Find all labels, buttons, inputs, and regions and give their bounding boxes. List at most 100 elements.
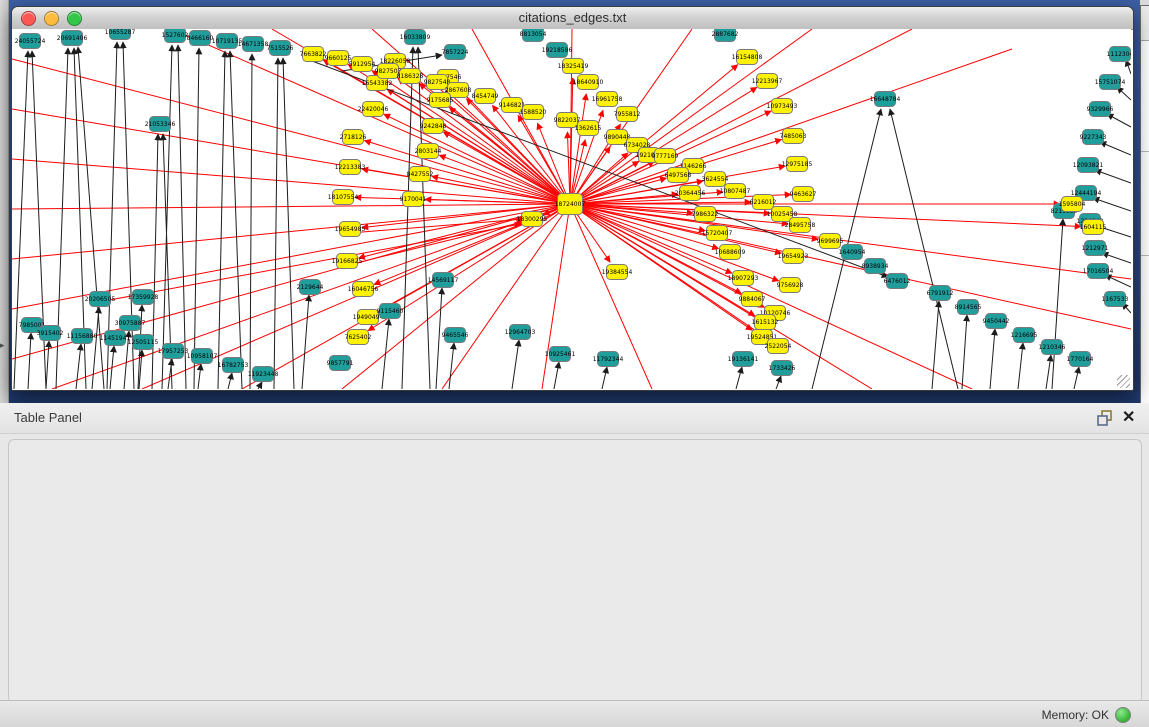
graph-edge[interactable] bbox=[198, 364, 201, 389]
graph-edge[interactable] bbox=[1018, 343, 1023, 389]
graph-node-label: 3624554 bbox=[702, 176, 729, 183]
graph-node-label: 1733426 bbox=[769, 365, 796, 372]
graph-node-label: 15720407 bbox=[702, 230, 733, 237]
graph-node-label: 10655287 bbox=[105, 29, 136, 36]
cytoscape-app: ▸ citations_edges.txt bbox=[0, 0, 1149, 727]
graph-node-label: 9884067 bbox=[739, 296, 766, 303]
graph-edge[interactable] bbox=[512, 340, 519, 389]
graph-node-label: 9699695 bbox=[817, 238, 844, 245]
graph-node-label: 8813054 bbox=[520, 31, 547, 38]
graph-node-label: 6476012 bbox=[884, 278, 911, 285]
graph-edge[interactable] bbox=[776, 376, 781, 389]
graph-edge[interactable] bbox=[570, 49, 1012, 204]
graph-node-label: 19490494 bbox=[353, 314, 384, 321]
graph-node-label: 8466160 bbox=[187, 35, 214, 42]
graph-edge[interactable] bbox=[570, 204, 972, 389]
graph-edge[interactable] bbox=[570, 204, 1131, 329]
graph-edge[interactable] bbox=[1074, 367, 1079, 389]
graph-edge[interactable] bbox=[962, 315, 967, 389]
graph-edge[interactable] bbox=[230, 51, 242, 389]
graph-edge[interactable] bbox=[570, 204, 1131, 279]
graph-node-label: 10958107 bbox=[187, 353, 218, 360]
graph-node-label: 7955812 bbox=[614, 111, 641, 118]
graph-edge[interactable] bbox=[283, 58, 294, 389]
graph-node-label: 8427552 bbox=[407, 171, 434, 178]
graph-node-label: 1527602 bbox=[162, 32, 189, 39]
graph-node-label: 18107554 bbox=[328, 194, 359, 201]
graph-node-label: 12975185 bbox=[782, 161, 813, 168]
graph-node-label: 9756928 bbox=[777, 282, 804, 289]
graph-node-label: 7663822 bbox=[300, 51, 327, 58]
graph-edge[interactable] bbox=[28, 333, 31, 389]
graph-node-label: 9242848 bbox=[420, 123, 447, 130]
float-panel-icon[interactable] bbox=[1096, 410, 1114, 426]
graph-node-label: 30975887 bbox=[115, 320, 146, 327]
graph-edge[interactable] bbox=[1095, 170, 1131, 183]
graph-node-label: 17359928 bbox=[128, 294, 159, 301]
graph-node-label: 16648784 bbox=[870, 96, 901, 103]
graph-node-label: 2718126 bbox=[340, 134, 367, 141]
table-panel: Table Panel ✕ bbox=[0, 403, 1149, 727]
graph-edge[interactable] bbox=[382, 319, 389, 389]
graph-edge[interactable] bbox=[990, 329, 995, 389]
graph-edge[interactable] bbox=[1107, 114, 1131, 127]
graph-edge[interactable] bbox=[178, 45, 186, 389]
graph-node-label: 7515526 bbox=[267, 45, 294, 52]
graph-edge[interactable] bbox=[1093, 198, 1131, 211]
graph-node-label: 10807487 bbox=[720, 188, 751, 195]
graph-node-label: 10973493 bbox=[767, 103, 798, 110]
graph-edge[interactable] bbox=[932, 301, 939, 389]
memory-status-indicator[interactable] bbox=[1115, 707, 1131, 723]
graph-edge[interactable] bbox=[274, 58, 278, 389]
graph-edge[interactable] bbox=[218, 51, 225, 389]
graph-edge[interactable] bbox=[736, 367, 742, 389]
graph-node-label: 2803144 bbox=[415, 148, 442, 155]
graph-edge[interactable] bbox=[228, 373, 232, 389]
graph-edge[interactable] bbox=[449, 343, 454, 389]
graph-edge[interactable] bbox=[12, 204, 570, 209]
graph-edge[interactable] bbox=[890, 109, 958, 389]
graph-node-label: 12213383 bbox=[335, 164, 366, 171]
divider bbox=[1141, 255, 1149, 256]
graph-edge[interactable] bbox=[342, 204, 570, 389]
resize-grip[interactable] bbox=[1117, 375, 1130, 388]
graph-edge[interactable] bbox=[602, 367, 607, 389]
graph-edge[interactable] bbox=[449, 107, 570, 204]
graph-edge[interactable] bbox=[1052, 219, 1063, 389]
graph-edge[interactable] bbox=[1126, 60, 1131, 74]
graph-node-label: 1167533 bbox=[1102, 296, 1129, 303]
graph-node-label: 16154808 bbox=[732, 54, 763, 61]
graph-node-label: 1595804 bbox=[1059, 201, 1086, 208]
panel-expand-arrow[interactable]: ▸ bbox=[0, 340, 5, 351]
graph-edge[interactable] bbox=[1046, 355, 1051, 389]
graph-node-label: 8454749 bbox=[472, 93, 499, 100]
graph-node-label: 11156880 bbox=[67, 333, 98, 340]
graph-edge[interactable] bbox=[14, 51, 28, 389]
graph-edge[interactable] bbox=[302, 295, 309, 389]
graph-edge[interactable] bbox=[12, 59, 570, 204]
graph-node-label: 9450442 bbox=[983, 318, 1010, 325]
graph-node-label: 7625402 bbox=[345, 334, 372, 341]
graph-edge[interactable] bbox=[76, 344, 81, 389]
background-window[interactable] bbox=[1140, 5, 1149, 404]
graph-edge[interactable] bbox=[46, 341, 49, 389]
graph-edge[interactable] bbox=[554, 362, 559, 389]
window-titlebar[interactable]: citations_edges.txt bbox=[12, 7, 1133, 30]
graph-edge[interactable] bbox=[1102, 253, 1131, 263]
graph-node-label: 11923448 bbox=[248, 371, 279, 378]
graph-node-label: 8914565 bbox=[955, 304, 982, 311]
graph-edge[interactable] bbox=[258, 382, 262, 389]
window-title: citations_edges.txt bbox=[12, 10, 1133, 25]
graph-edge[interactable] bbox=[1100, 142, 1131, 155]
graph-edge[interactable] bbox=[250, 54, 252, 389]
network-canvas[interactable]: 2405572420691406106552871527602846616010… bbox=[12, 29, 1131, 389]
graph-node-label: 7485063 bbox=[780, 133, 807, 140]
graph-node-label: 16961758 bbox=[592, 96, 623, 103]
graph-node-label: 15751074 bbox=[1095, 79, 1126, 86]
graph-node-label: 9146821 bbox=[499, 102, 526, 109]
close-panel-icon[interactable]: ✕ bbox=[1122, 407, 1135, 427]
graph-node-label: 16046756 bbox=[348, 286, 379, 293]
memory-status-label: Memory: OK bbox=[1042, 708, 1109, 722]
graph-edge[interactable] bbox=[12, 159, 570, 204]
graph-edge[interactable] bbox=[92, 307, 99, 389]
